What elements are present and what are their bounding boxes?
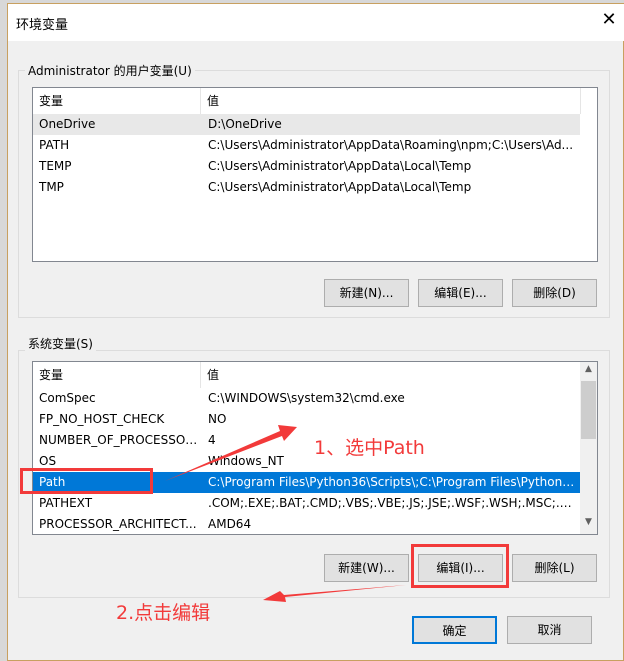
- annotation-step2: 2.点击编辑: [116, 602, 211, 624]
- annotation-arrows: [165, 425, 406, 602]
- annotation-step1: 1、选中Path: [314, 437, 425, 459]
- arrow-icon: [165, 425, 297, 481]
- arrow-icon: [263, 585, 406, 602]
